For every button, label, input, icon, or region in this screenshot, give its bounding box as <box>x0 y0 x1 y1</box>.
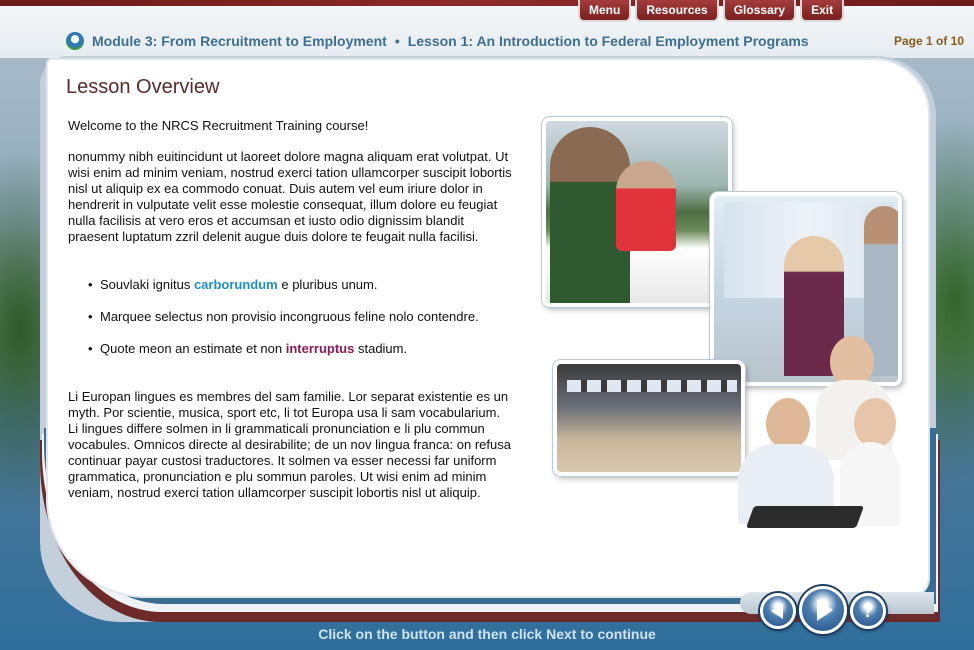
back-button[interactable] <box>760 593 796 629</box>
prev-arrow-icon <box>770 603 783 619</box>
glossary-term[interactable]: carborundum <box>194 277 278 292</box>
field-workers-photo <box>542 117 732 307</box>
module-title: Module 3: From Recruitment to Employment <box>92 33 387 49</box>
nrcs-logo-icon <box>66 32 84 50</box>
title-separator: • <box>394 33 400 49</box>
menu-tab[interactable]: Menu <box>578 0 632 22</box>
career-fair-photo <box>553 360 745 476</box>
bullet-list: Souvlaki ignitus carborundum e pluribus … <box>88 277 512 357</box>
lesson-title: Lesson 1: An Introduction to Federal Emp… <box>407 33 809 49</box>
exit-tab[interactable]: Exit <box>800 0 845 22</box>
resources-tab[interactable]: Resources <box>635 0 719 22</box>
office-team-photo <box>730 336 900 542</box>
help-icon: ? <box>862 600 874 621</box>
welcome-text: Welcome to the NRCS Recruitment Training… <box>68 118 369 133</box>
page-counter: Page 1 of 10 <box>893 34 964 48</box>
lesson-text: Welcome to the NRCS Recruitment Training… <box>68 118 512 501</box>
glossary-tab[interactable]: Glossary <box>722 0 797 22</box>
help-button[interactable]: ? <box>850 593 886 629</box>
page-title: Lesson Overview <box>66 76 220 98</box>
list-item: Souvlaki ignitus carborundum e pluribus … <box>88 277 512 293</box>
glossary-term[interactable]: interruptus <box>286 341 355 356</box>
breadcrumb: Module 3: From Recruitment to Employment… <box>66 32 809 50</box>
instruction-text: Click on the button and then click Next … <box>318 626 656 642</box>
paragraph-2: Li Europan lingues es membres del sam fa… <box>68 389 511 500</box>
paragraph-1: nonummy nibh euitincidunt ut laoreet dol… <box>68 149 512 244</box>
list-item: Marquee selectus non provisio incongruou… <box>88 309 512 325</box>
top-nav: Menu Resources Glossary Exit <box>578 0 845 22</box>
next-arrow-icon <box>817 599 833 621</box>
list-item: Quote meon an estimate et non interruptu… <box>88 341 512 357</box>
